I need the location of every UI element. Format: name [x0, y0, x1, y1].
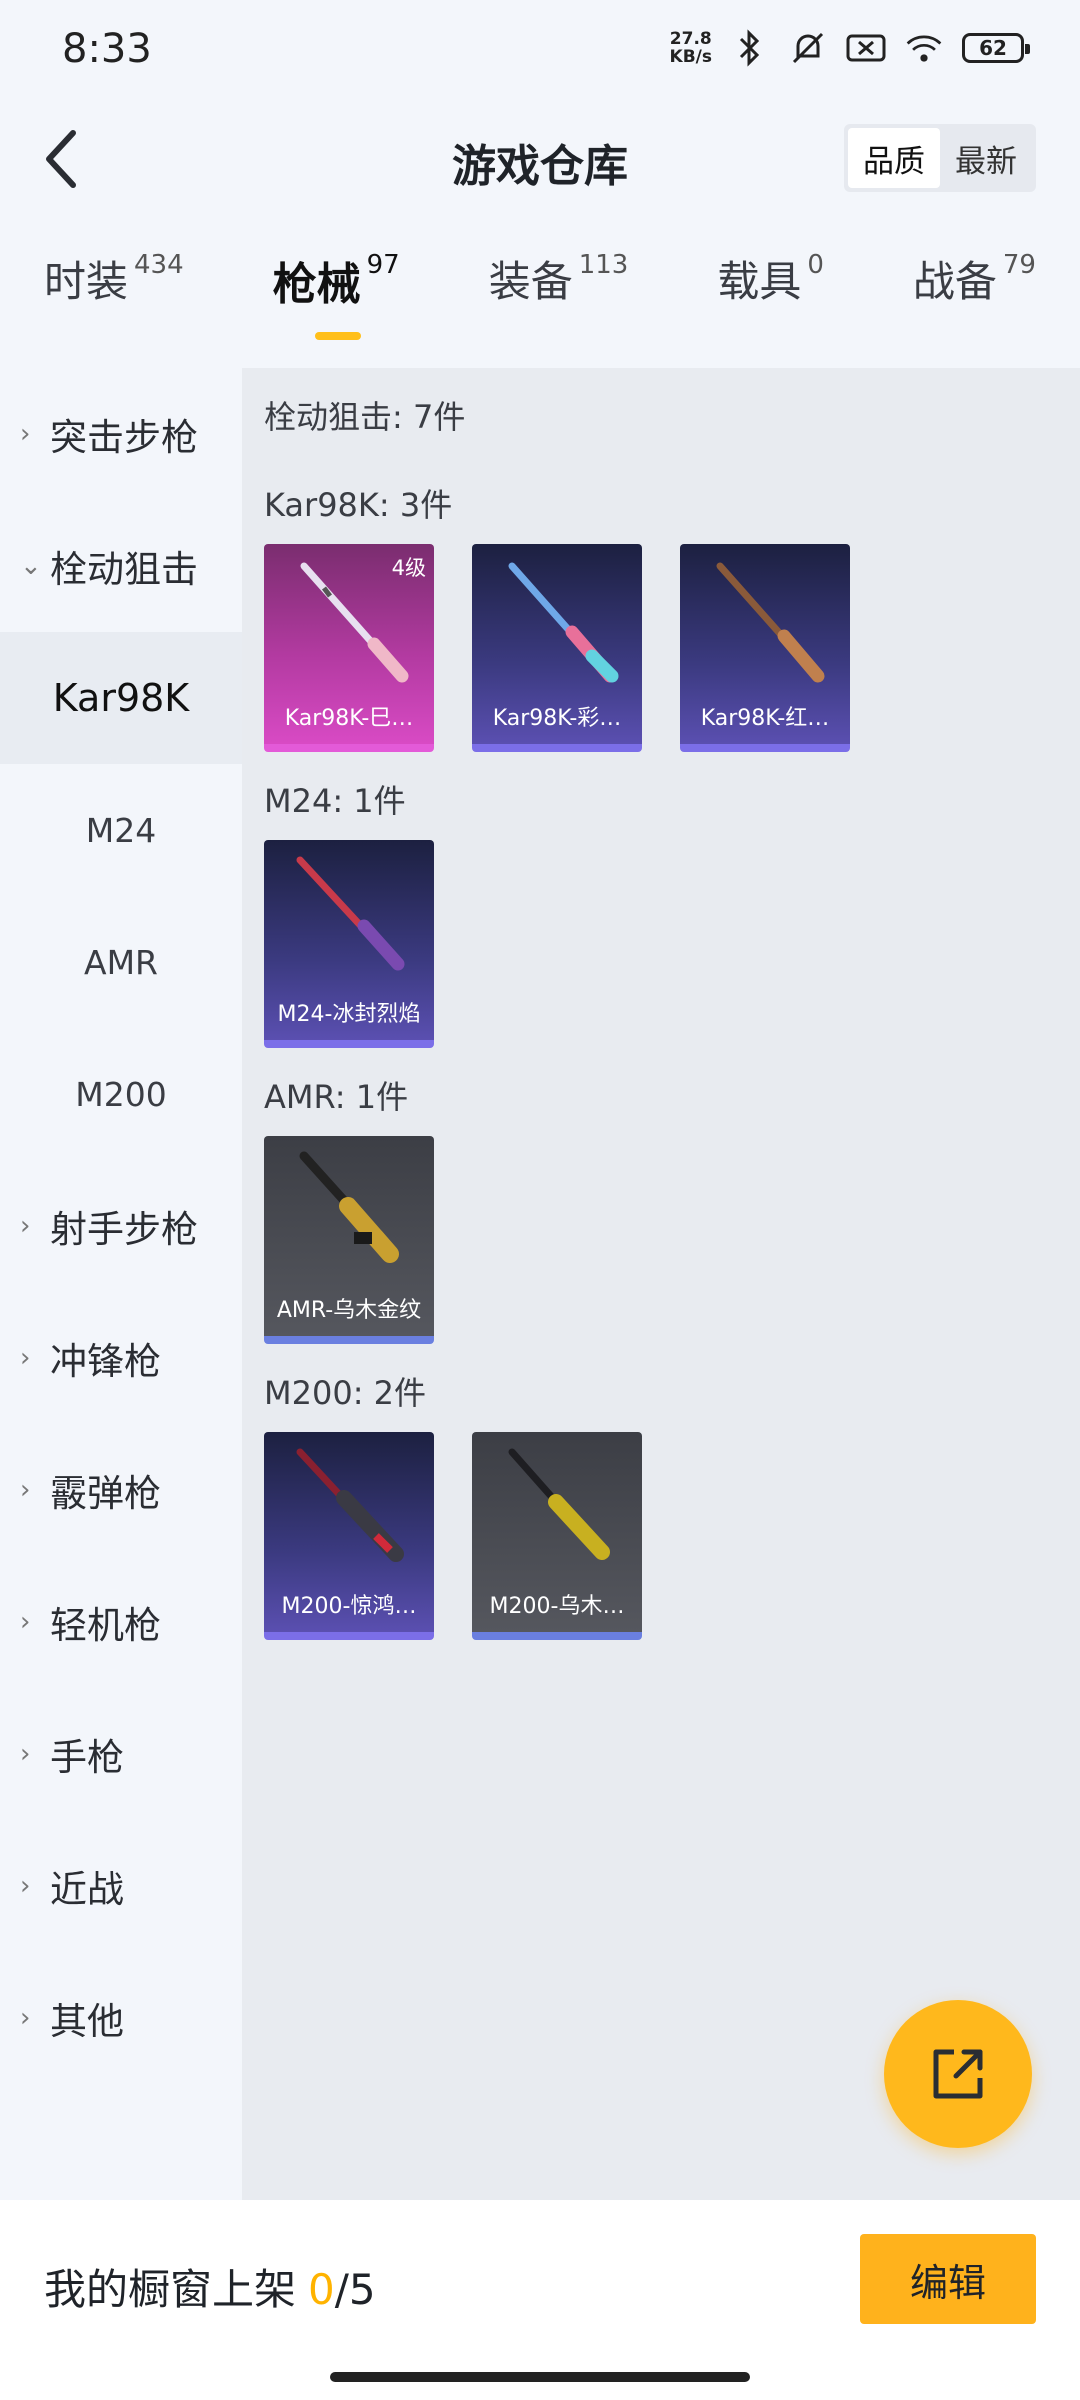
- tab-supplies[interactable]: 战备 79: [913, 248, 1036, 344]
- sidebar-item-lmg[interactable]: › 轻机枪: [0, 1556, 242, 1688]
- chevron-right-icon: ›: [20, 419, 31, 449]
- sidebar-item-amr[interactable]: AMR: [0, 896, 242, 1028]
- status-bar: 8:33 27.8 KB/s 62: [0, 0, 1080, 104]
- sidebar-item-other[interactable]: › 其他: [0, 1952, 242, 2084]
- network-speed: 27.8 KB/s: [669, 29, 712, 67]
- wifi-icon: [904, 28, 944, 68]
- weapon-card[interactable]: M24-冰封烈焰: [264, 840, 434, 1048]
- weapon-name: Kar98K-红…: [700, 706, 830, 731]
- battery-indicator: 62: [962, 33, 1030, 63]
- sidebar-item-pistol[interactable]: › 手枪: [0, 1688, 242, 1820]
- tab-vehicles[interactable]: 载具 0: [717, 248, 824, 344]
- edit-button[interactable]: 编辑: [860, 2234, 1036, 2324]
- sidebar-item-smg[interactable]: › 冲锋枪: [0, 1292, 242, 1424]
- page-header: 游戏仓库 品质 最新: [0, 104, 1080, 214]
- weapon-name: M24-冰封烈焰: [277, 1002, 421, 1027]
- weapon-card[interactable]: AMR-乌木金纹: [264, 1136, 434, 1344]
- rifle-icon: [508, 562, 619, 683]
- no-sim-icon: [846, 28, 886, 68]
- sidebar-item-shotgun[interactable]: › 霰弹枪: [0, 1424, 242, 1556]
- status-icons: 27.8 KB/s 62: [669, 28, 1030, 68]
- level-badge: 4级: [391, 556, 426, 580]
- group-title-kar98k: Kar98K: 3件: [264, 486, 453, 524]
- group-title-amr: AMR: 1件: [264, 1078, 409, 1116]
- share-external-icon: [933, 2049, 983, 2099]
- bluetooth-icon: [730, 28, 770, 68]
- sidebar-item-marksman-rifle[interactable]: › 射手步枪: [0, 1160, 242, 1292]
- showcase-shelf-status: 我的橱窗上架 0/5: [44, 2265, 376, 2314]
- sort-toggle: 品质 最新: [844, 124, 1036, 192]
- weapon-card[interactable]: 4级 Kar98K-巳…: [264, 544, 434, 752]
- rifle-icon: [508, 1448, 610, 1560]
- active-tab-indicator: [314, 332, 361, 340]
- category-summary: 栓动狙击: 7件: [264, 398, 466, 436]
- sidebar-item-m24[interactable]: M24: [0, 764, 242, 896]
- weapon-name: M200-惊鸿…: [281, 1594, 417, 1619]
- tab-guns[interactable]: 枪械 97: [273, 248, 400, 344]
- group-title-m24: M24: 1件: [264, 782, 406, 820]
- status-time: 8:33: [62, 26, 152, 72]
- chevron-right-icon: ›: [20, 1871, 31, 1901]
- category-tabs: 时装 434 枪械 97 装备 113 载具 0 战备 79: [0, 248, 1080, 344]
- weapon-card[interactable]: Kar98K-彩…: [472, 544, 642, 752]
- weapon-card[interactable]: Kar98K-红…: [680, 544, 850, 752]
- weapon-card[interactable]: M200-惊鸿…: [264, 1432, 434, 1640]
- share-fab-button[interactable]: [884, 2000, 1032, 2148]
- tab-equipment[interactable]: 装备 113: [489, 248, 629, 344]
- weapon-name: Kar98K-彩…: [492, 706, 622, 731]
- chevron-right-icon: ›: [20, 1343, 31, 1373]
- weapon-name: AMR-乌木金纹: [276, 1298, 422, 1323]
- chevron-down-icon: ⌄: [20, 551, 42, 581]
- rifle-icon: [299, 1151, 399, 1263]
- sidebar-item-m200[interactable]: M200: [0, 1028, 242, 1160]
- home-indicator[interactable]: [330, 2372, 750, 2382]
- bottom-bar: 我的橱窗上架 0/5 编辑: [0, 2200, 1080, 2400]
- weapon-name: M200-乌木…: [489, 1594, 625, 1619]
- chevron-right-icon: ›: [20, 1607, 31, 1637]
- group-title-m200: M200: 2件: [264, 1374, 427, 1412]
- rifle-icon: [296, 1448, 404, 1562]
- chevron-right-icon: ›: [20, 2003, 31, 2033]
- weapon-category-sidebar: › 突击步枪 ⌄ 栓动狙击 Kar98K M24 AMR M200 › 射手步枪 › 冲…: [0, 368, 242, 2200]
- sort-latest-button[interactable]: 最新: [940, 128, 1032, 188]
- weapon-name: Kar98K-巳…: [284, 706, 414, 731]
- sidebar-item-melee[interactable]: › 近战: [0, 1820, 242, 1952]
- weapon-card[interactable]: M200-乌木…: [472, 1432, 642, 1640]
- chevron-right-icon: ›: [20, 1211, 31, 1241]
- tab-fashion[interactable]: 时装 434: [44, 248, 184, 344]
- sidebar-item-assault-rifle[interactable]: › 突击步枪: [0, 368, 242, 500]
- chevron-right-icon: ›: [20, 1739, 31, 1769]
- sidebar-item-kar98k[interactable]: Kar98K: [0, 632, 242, 764]
- rifle-icon: [716, 562, 825, 683]
- chevron-right-icon: ›: [20, 1475, 31, 1505]
- sort-quality-button[interactable]: 品质: [848, 128, 940, 188]
- weapon-content-panel: 栓动狙击: 7件 Kar98K: 3件 4级 Kar98K-巳… Kar98K-…: [242, 368, 1080, 2200]
- sidebar-item-bolt-sniper[interactable]: ⌄ 栓动狙击: [0, 500, 242, 632]
- mute-bell-icon: [788, 28, 828, 68]
- rifle-icon: [296, 856, 405, 971]
